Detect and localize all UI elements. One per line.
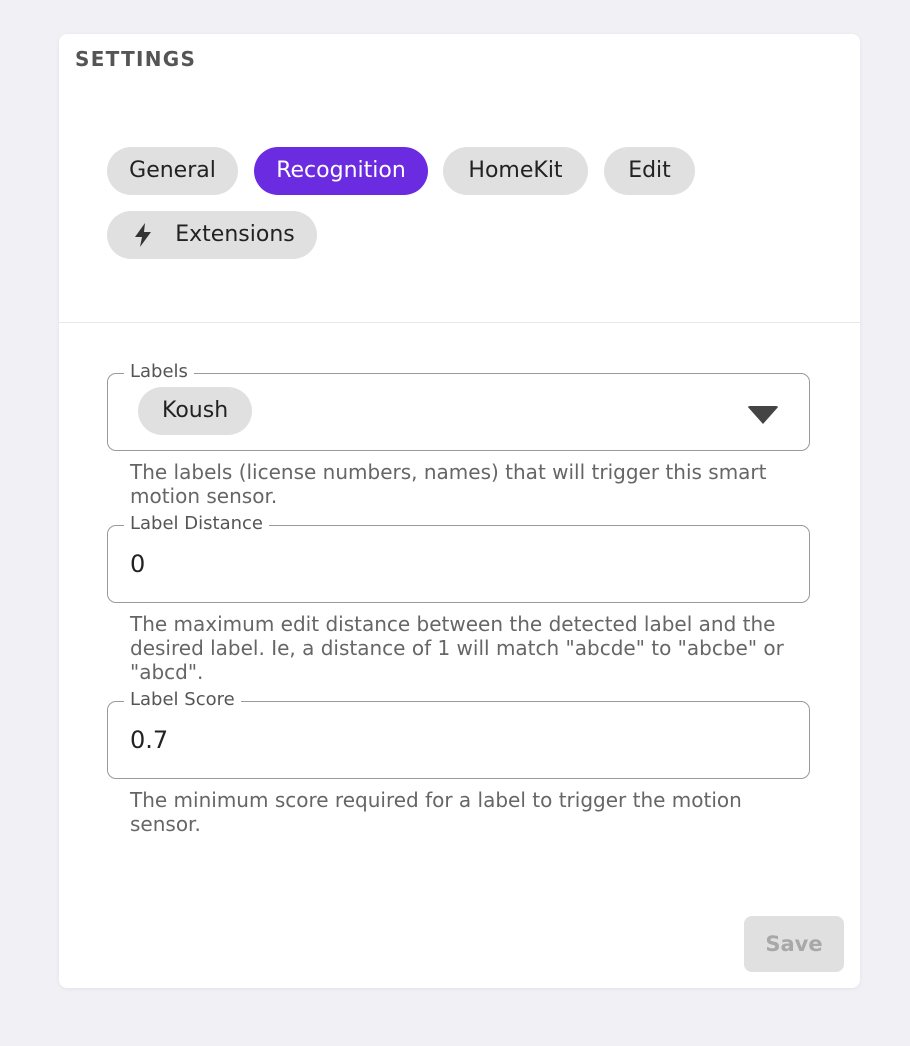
labels-legend: Labels [124, 361, 194, 383]
tab-homekit[interactable]: HomeKit [443, 147, 588, 195]
label-distance-field[interactable]: Label Distance 0 [107, 513, 810, 603]
card-title: SETTINGS [75, 47, 197, 71]
tab-edit[interactable]: Edit [604, 147, 695, 195]
label-score-input[interactable]: 0.7 [130, 726, 168, 754]
tab-extensions-label: Extensions [175, 222, 295, 247]
tab-extensions[interactable]: Extensions [107, 211, 317, 259]
label-distance-helper-text: The maximum edit distance between the de… [130, 612, 784, 684]
dropdown-arrow-icon[interactable] [747, 406, 779, 424]
labels-helper-text: The labels (license numbers, names) that… [130, 460, 767, 508]
lightning-bolt-icon [135, 223, 151, 247]
label-score-helper-text: The minimum score required for a label t… [130, 788, 742, 836]
label-distance-input[interactable]: 0 [130, 550, 145, 578]
label-score-legend: Label Score [124, 689, 241, 711]
label-score-field[interactable]: Label Score 0.7 [107, 689, 810, 779]
label-tag-koush[interactable]: Koush [138, 387, 253, 435]
labels-select[interactable]: Labels Koush [107, 361, 810, 451]
section-divider [59, 322, 860, 323]
tab-general[interactable]: General [107, 147, 238, 195]
settings-card: SETTINGS General Recognition HomeKit Edi… [59, 34, 860, 988]
label-distance-legend: Label Distance [124, 513, 269, 535]
save-button[interactable]: Save [744, 916, 844, 972]
tab-recognition[interactable]: Recognition [254, 147, 428, 195]
